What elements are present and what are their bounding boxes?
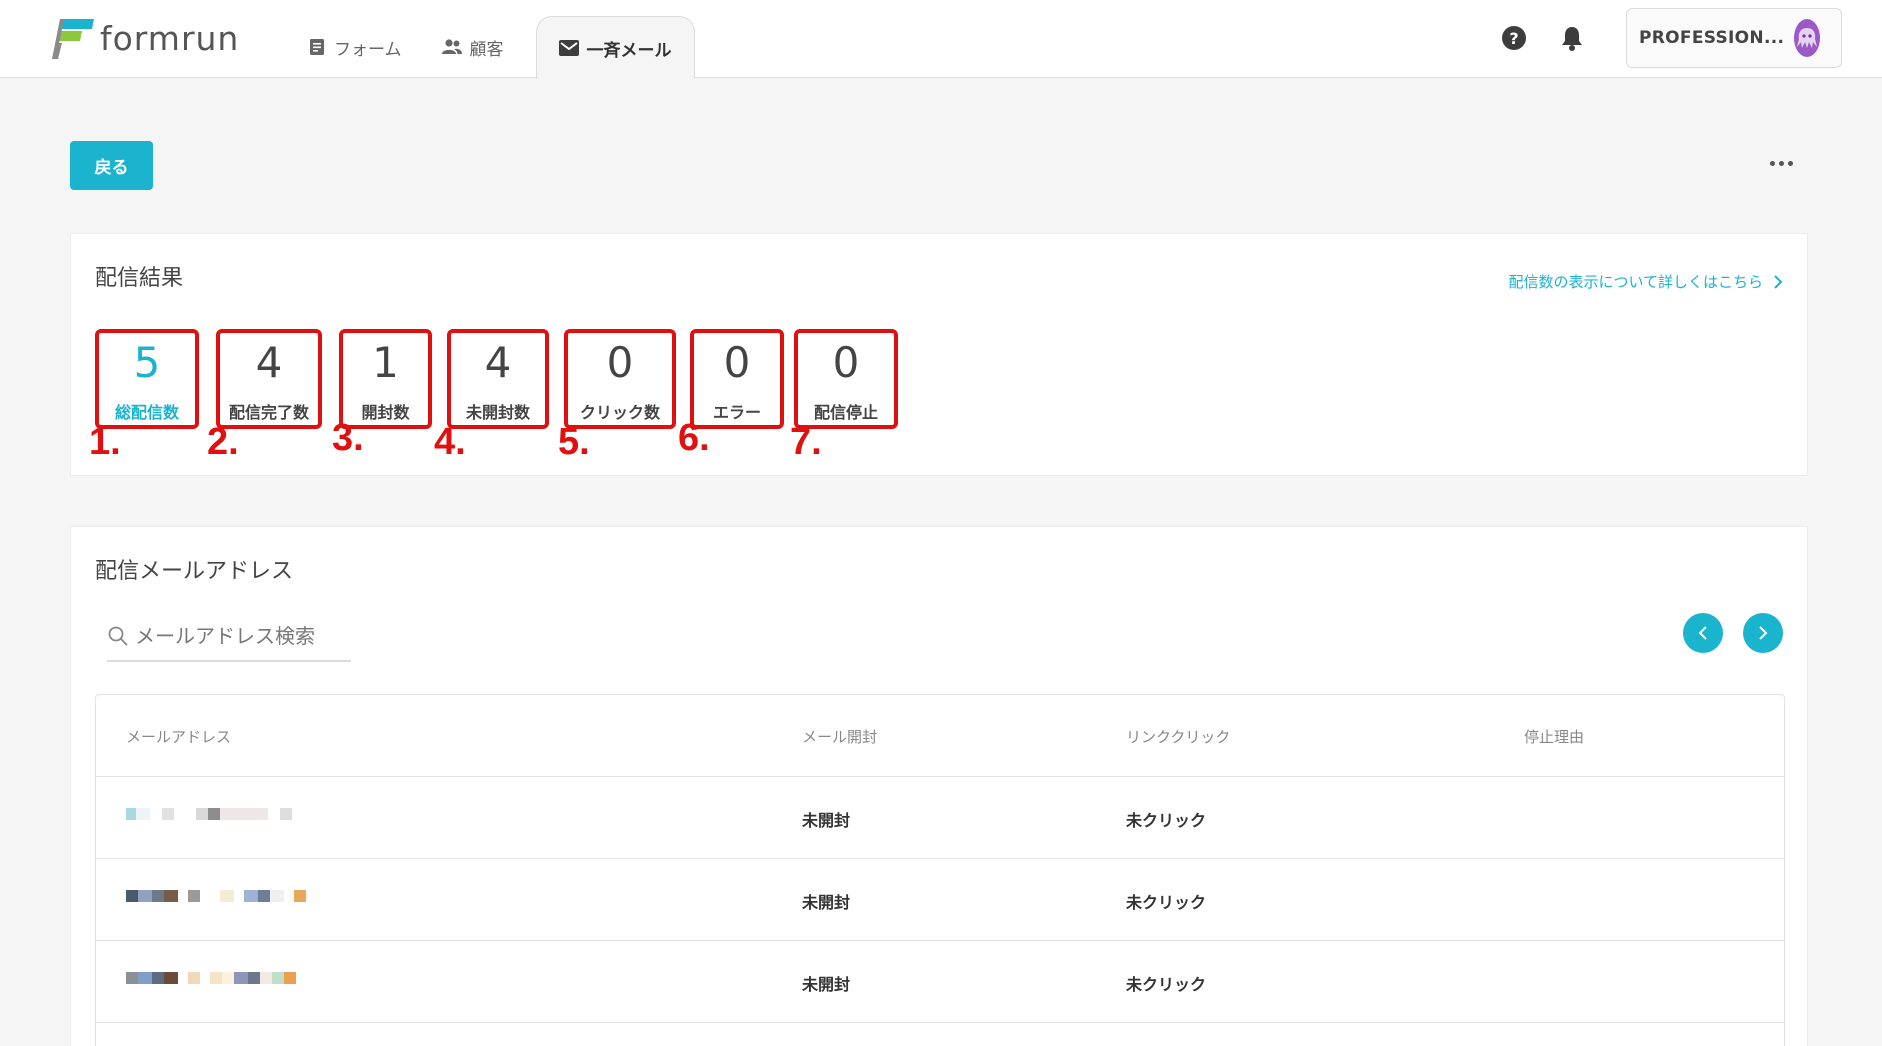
- nav-tab-customers-label: 顧客: [469, 39, 504, 60]
- stat-clicks: 0 クリック数: [564, 329, 676, 429]
- mail-icon: [558, 40, 579, 56]
- stat-value: 1: [372, 338, 399, 387]
- recipient-addresses-card: 配信メールアドレス メールアドレス メール開封 リンククリック 停止理由: [70, 526, 1808, 1046]
- recipients-table: メールアドレス メール開封 リンククリック 停止理由 未開封 未クリック 未開封…: [95, 694, 1785, 1046]
- annotation-marker: 7.: [790, 421, 822, 463]
- click-status: 未クリック: [1126, 975, 1207, 994]
- annotation-marker: 4.: [434, 421, 466, 463]
- annotation-marker: 2.: [207, 421, 239, 463]
- table-row[interactable]: 未開封 未クリック: [96, 859, 1784, 941]
- column-header-email[interactable]: メールアドレス: [126, 726, 231, 747]
- account-name: PROFESSION...: [1639, 28, 1785, 48]
- nav-tab-forms[interactable]: フォーム: [288, 16, 422, 78]
- email-search: [107, 612, 351, 662]
- account-menu[interactable]: PROFESSION...: [1626, 8, 1842, 68]
- email-search-input[interactable]: [135, 624, 345, 648]
- column-header-opened[interactable]: メール開封: [802, 726, 877, 747]
- stat-value: 4: [484, 338, 512, 387]
- bell-icon[interactable]: [1560, 25, 1584, 51]
- users-icon: [441, 39, 462, 54]
- stat-delivered: 4 配信完了数: [216, 329, 322, 429]
- chevron-left-icon: [1698, 626, 1707, 640]
- opened-status: 未開封: [802, 893, 851, 912]
- stat-value: 5: [133, 338, 161, 387]
- stat-unsubscribed: 0 配信停止: [794, 329, 898, 429]
- formrun-logo-mark-icon: [52, 19, 94, 59]
- column-header-link-click[interactable]: リンククリック: [1126, 726, 1230, 747]
- stat-label: 開封数: [361, 403, 410, 422]
- help-link-label: 配信数の表示について詳しくはこちら: [1508, 273, 1763, 291]
- stat-errors: 0 エラー: [690, 329, 784, 429]
- more-options-icon[interactable]: [1770, 158, 1796, 168]
- nav-tab-bulk-mail-label: 一斉メール: [586, 40, 672, 61]
- redacted-email: [126, 890, 306, 902]
- opened-status: 未開封: [802, 811, 851, 830]
- annotation-marker: 5.: [558, 421, 590, 463]
- stat-total-sent: 5 総配信数: [95, 329, 199, 429]
- next-page-button[interactable]: [1743, 613, 1783, 653]
- stat-label: エラー: [712, 403, 761, 422]
- delivery-count-help-link[interactable]: 配信数の表示について詳しくはこちら: [1508, 271, 1783, 292]
- delivery-results-card: 配信結果 配信数の表示について詳しくはこちら 5 総配信数 1. 4 配信完了数…: [70, 233, 1808, 476]
- column-header-stop-reason[interactable]: 停止理由: [1524, 726, 1584, 747]
- stat-value: 0: [832, 338, 860, 387]
- annotation-marker: 1.: [89, 421, 121, 463]
- table-row[interactable]: 未開封 未クリック: [96, 777, 1784, 859]
- stat-value: 4: [255, 338, 283, 387]
- stat-value: 0: [723, 338, 751, 387]
- chevron-right-icon: [1774, 274, 1783, 289]
- opened-status: 未開封: [802, 975, 851, 994]
- table-row[interactable]: 未開封 未クリック: [96, 941, 1784, 1023]
- click-status: 未クリック: [1126, 811, 1207, 830]
- avatar-octopus-icon: [1797, 28, 1818, 48]
- search-icon: [108, 626, 128, 646]
- header-actions: ? PROFESSION...: [1502, 8, 1842, 68]
- nav-tab-customers[interactable]: 顧客: [422, 16, 524, 78]
- main-nav: フォーム 顧客 一斉メール: [288, 0, 695, 79]
- top-header: formrun フォーム 顧客 一斉メール ? PROFESSION...: [0, 0, 1882, 79]
- stat-label: 配信停止: [813, 403, 878, 422]
- recipient-addresses-title: 配信メールアドレス: [95, 559, 294, 584]
- annotation-marker: 3.: [332, 417, 364, 459]
- prev-page-button[interactable]: [1683, 613, 1723, 653]
- nav-tab-bulk-mail[interactable]: 一斉メール: [535, 16, 695, 79]
- click-status: 未クリック: [1126, 893, 1207, 912]
- stat-opened: 1 開封数: [339, 329, 432, 429]
- form-icon: [310, 39, 324, 55]
- table-header-row: メールアドレス メール開封 リンククリック 停止理由: [96, 695, 1784, 777]
- avatar: [1794, 19, 1821, 57]
- stat-label: 総配信数: [114, 403, 179, 422]
- redacted-email: [126, 972, 296, 984]
- stat-unopened: 4 未開封数: [447, 329, 549, 429]
- stat-label: 配信完了数: [228, 403, 309, 422]
- back-button[interactable]: 戻る: [70, 141, 153, 190]
- help-icon[interactable]: ?: [1502, 26, 1526, 50]
- stat-value: 0: [606, 338, 634, 387]
- pagination: [1683, 613, 1783, 653]
- chevron-right-icon: [1759, 626, 1768, 640]
- formrun-logo[interactable]: formrun: [52, 16, 239, 60]
- annotation-marker: 6.: [678, 417, 710, 459]
- delivery-results-title: 配信結果: [95, 266, 184, 291]
- redacted-email: [126, 808, 292, 820]
- stat-label: クリック数: [579, 403, 660, 422]
- logo-text: formrun: [100, 18, 240, 58]
- stat-label: 未開封数: [465, 403, 530, 422]
- nav-tab-forms-label: フォーム: [334, 39, 402, 60]
